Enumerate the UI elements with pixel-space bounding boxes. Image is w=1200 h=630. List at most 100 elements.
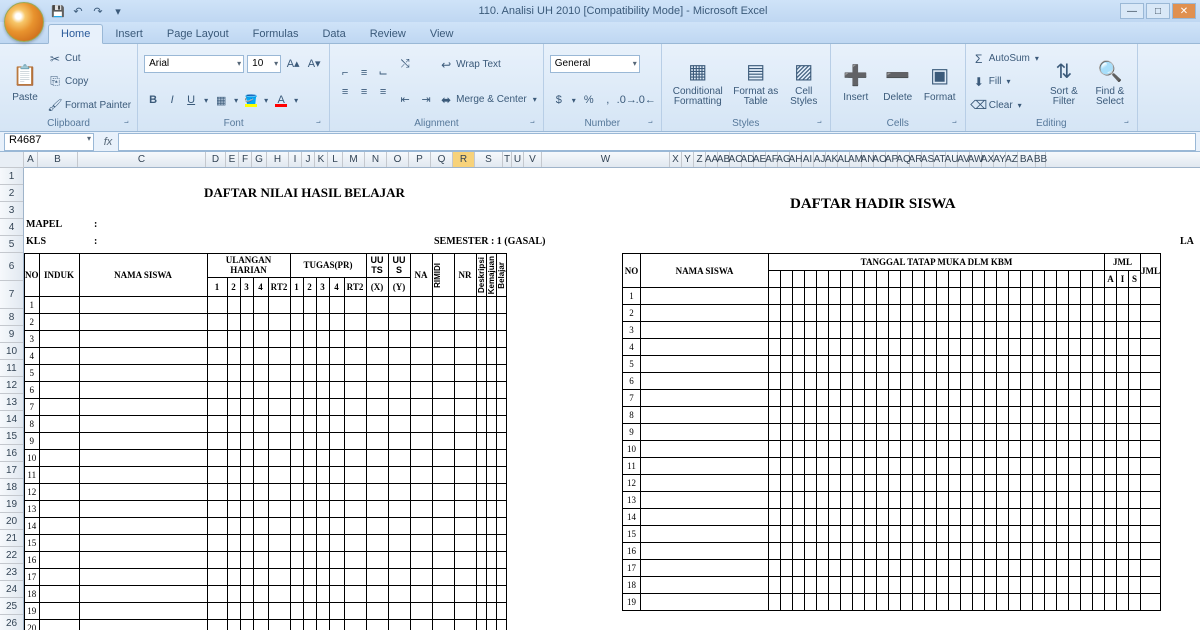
table-row[interactable]: 6 bbox=[623, 373, 1161, 390]
merge-center-button[interactable]: ⬌Merge & Center▾ bbox=[439, 90, 537, 110]
table-row[interactable]: 14 bbox=[25, 518, 507, 535]
table-row[interactable]: 10 bbox=[25, 450, 507, 467]
table-row[interactable]: 18 bbox=[25, 586, 507, 603]
table-row[interactable]: 15 bbox=[623, 526, 1161, 543]
tab-home[interactable]: Home bbox=[48, 24, 103, 44]
italic-button[interactable]: I bbox=[163, 91, 181, 109]
table-row[interactable]: 17 bbox=[25, 569, 507, 586]
redo-icon[interactable]: ↷ bbox=[90, 3, 106, 19]
clear-button[interactable]: ⌫Clear▾ bbox=[972, 95, 1039, 115]
align-top-button[interactable]: ⌐ bbox=[336, 64, 354, 82]
left-table[interactable]: NO INDUK NAMA SISWA ULANGAN HARIAN TUGAS… bbox=[24, 253, 507, 630]
save-icon[interactable]: 💾 bbox=[50, 3, 66, 19]
fx-icon[interactable]: fx bbox=[98, 136, 118, 148]
table-row[interactable]: 18 bbox=[623, 577, 1161, 594]
cell-styles-button[interactable]: ▨Cell Styles bbox=[784, 47, 824, 117]
borders-button[interactable]: ▦ bbox=[212, 91, 230, 109]
tab-view[interactable]: View bbox=[418, 25, 466, 43]
table-row[interactable]: 12 bbox=[623, 475, 1161, 492]
tab-formulas[interactable]: Formulas bbox=[241, 25, 311, 43]
fill-color-button[interactable]: 🪣 bbox=[242, 91, 260, 109]
name-box[interactable]: R4687 bbox=[4, 133, 94, 151]
format-cells-button[interactable]: ▣Format bbox=[921, 47, 959, 117]
font-color-dropdown[interactable]: ▾ bbox=[291, 91, 301, 109]
table-row[interactable]: 19 bbox=[25, 603, 507, 620]
conditional-formatting-button[interactable]: ▦Conditional Formatting bbox=[668, 47, 728, 117]
grow-font-button[interactable]: A▴ bbox=[284, 55, 302, 73]
tab-insert[interactable]: Insert bbox=[103, 25, 155, 43]
fill-button[interactable]: ⬇Fill▾ bbox=[972, 72, 1039, 92]
table-row[interactable]: 15 bbox=[25, 535, 507, 552]
font-size-combo[interactable]: 10 bbox=[247, 55, 281, 73]
delete-cells-button[interactable]: ➖Delete bbox=[879, 47, 917, 117]
office-button[interactable] bbox=[4, 2, 44, 42]
increase-decimal-button[interactable]: .0→ bbox=[618, 91, 636, 109]
table-row[interactable]: 6 bbox=[25, 382, 507, 399]
table-row[interactable]: 7 bbox=[25, 399, 507, 416]
currency-dropdown[interactable]: ▾ bbox=[569, 91, 579, 109]
align-middle-button[interactable]: ≡ bbox=[355, 64, 373, 82]
table-row[interactable]: 16 bbox=[25, 552, 507, 569]
percent-button[interactable]: % bbox=[580, 91, 598, 109]
table-row[interactable]: 14 bbox=[623, 509, 1161, 526]
table-row[interactable]: 13 bbox=[25, 501, 507, 518]
decrease-decimal-button[interactable]: .0← bbox=[637, 91, 655, 109]
table-row[interactable]: 12 bbox=[25, 484, 507, 501]
table-row[interactable]: 4 bbox=[623, 339, 1161, 356]
table-row[interactable]: 5 bbox=[623, 356, 1161, 373]
copy-button[interactable]: ⎘Copy bbox=[48, 72, 131, 92]
font-name-combo[interactable]: Arial bbox=[144, 55, 244, 73]
autosum-button[interactable]: ΣAutoSum▾ bbox=[972, 49, 1039, 69]
paste-button[interactable]: 📋 Paste bbox=[6, 47, 44, 117]
table-row[interactable]: 3 bbox=[25, 331, 507, 348]
tab-data[interactable]: Data bbox=[310, 25, 357, 43]
row-headers[interactable]: 1234567891011121314151617181920212223242… bbox=[0, 168, 24, 630]
table-row[interactable]: 17 bbox=[623, 560, 1161, 577]
table-row[interactable]: 3 bbox=[623, 322, 1161, 339]
qat-dropdown-icon[interactable]: ▾ bbox=[110, 3, 126, 19]
increase-indent-button[interactable]: ⇥ bbox=[417, 91, 435, 109]
format-as-table-button[interactable]: ▤Format as Table bbox=[732, 47, 780, 117]
table-row[interactable]: 11 bbox=[623, 458, 1161, 475]
table-row[interactable]: 4 bbox=[25, 348, 507, 365]
table-row[interactable]: 13 bbox=[623, 492, 1161, 509]
table-row[interactable]: 7 bbox=[623, 390, 1161, 407]
bold-button[interactable]: B bbox=[144, 91, 162, 109]
orientation-button[interactable]: ⤭ bbox=[396, 56, 414, 74]
align-right-button[interactable]: ≡ bbox=[374, 83, 392, 101]
decrease-indent-button[interactable]: ⇤ bbox=[396, 91, 414, 109]
underline-dropdown[interactable]: ▾ bbox=[201, 91, 211, 109]
table-row[interactable]: 20 bbox=[25, 620, 507, 630]
maximize-button[interactable]: □ bbox=[1146, 3, 1170, 19]
column-headers[interactable]: ABCDEFGHIJKLMNOPQRSTUVWXYZAAABACADAEAFAG… bbox=[24, 152, 1200, 168]
table-row[interactable]: 1 bbox=[623, 288, 1161, 305]
find-select-button[interactable]: 🔍Find & Select bbox=[1089, 47, 1131, 117]
table-row[interactable]: 5 bbox=[25, 365, 507, 382]
wrap-text-button[interactable]: ↩Wrap Text bbox=[439, 55, 537, 75]
align-left-button[interactable]: ≡ bbox=[336, 83, 354, 101]
table-row[interactable]: 9 bbox=[623, 424, 1161, 441]
cut-button[interactable]: ✂Cut bbox=[48, 49, 131, 69]
comma-button[interactable]: , bbox=[599, 91, 617, 109]
right-table[interactable]: NO NAMA SISWA TANGGAL TATAP MUKA DLM KBM… bbox=[622, 253, 1161, 611]
tab-page-layout[interactable]: Page Layout bbox=[155, 25, 241, 43]
fill-dropdown[interactable]: ▾ bbox=[261, 91, 271, 109]
table-row[interactable]: 8 bbox=[25, 416, 507, 433]
table-row[interactable]: 2 bbox=[623, 305, 1161, 322]
align-bottom-button[interactable]: ⌙ bbox=[374, 64, 392, 82]
shrink-font-button[interactable]: A▾ bbox=[305, 55, 323, 73]
font-color-button[interactable]: A bbox=[272, 91, 290, 109]
table-row[interactable]: 8 bbox=[623, 407, 1161, 424]
sort-filter-button[interactable]: ⇅Sort & Filter bbox=[1043, 47, 1085, 117]
close-button[interactable]: ✕ bbox=[1172, 3, 1196, 19]
table-row[interactable]: 11 bbox=[25, 467, 507, 484]
minimize-button[interactable]: — bbox=[1120, 3, 1144, 19]
number-format-combo[interactable]: General bbox=[550, 55, 640, 73]
worksheet[interactable]: ABCDEFGHIJKLMNOPQRSTUVWXYZAAABACADAEAFAG… bbox=[0, 152, 1200, 630]
table-row[interactable]: 9 bbox=[25, 433, 507, 450]
formula-input[interactable] bbox=[118, 133, 1196, 151]
undo-icon[interactable]: ↶ bbox=[70, 3, 86, 19]
underline-button[interactable]: U bbox=[182, 91, 200, 109]
table-row[interactable]: 2 bbox=[25, 314, 507, 331]
format-painter-button[interactable]: 🖌Format Painter bbox=[48, 95, 131, 115]
